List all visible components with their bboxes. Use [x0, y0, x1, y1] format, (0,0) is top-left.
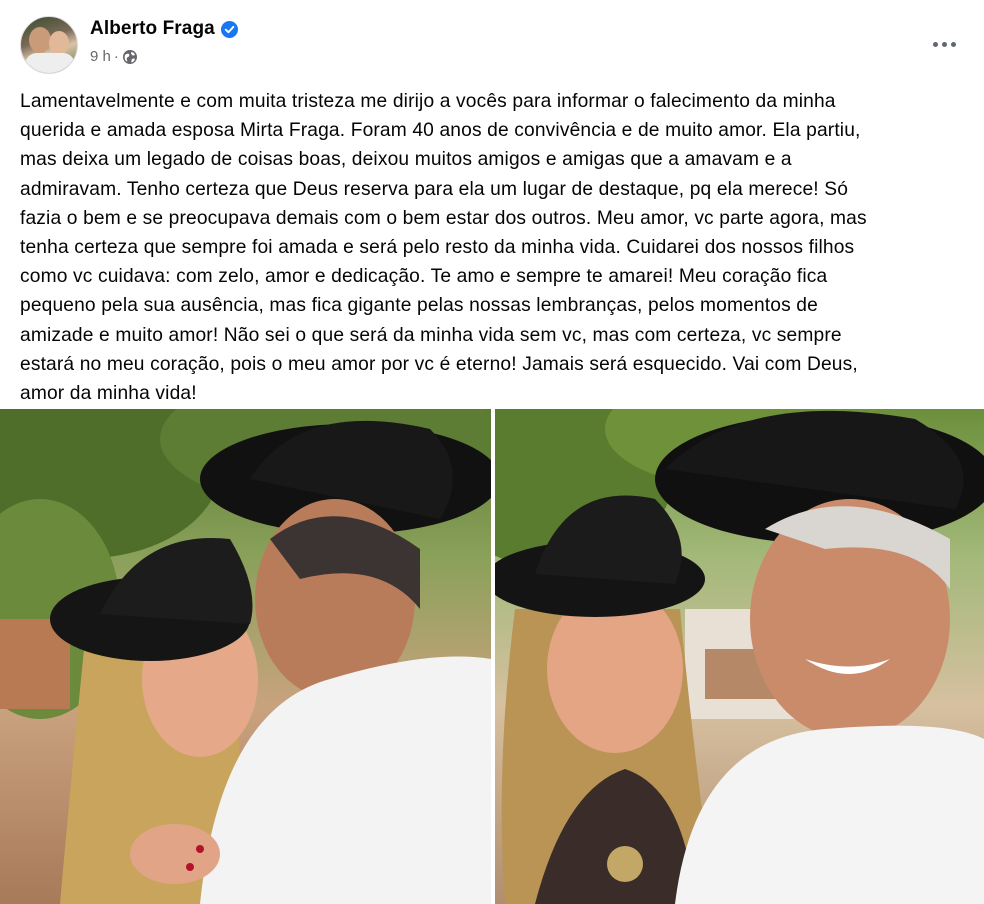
author-name-row: Alberto Fraga — [90, 18, 238, 40]
author-avatar[interactable] — [20, 16, 78, 74]
more-options-icon — [941, 41, 947, 47]
more-options-icon — [950, 41, 956, 47]
post-photo-1[interactable] — [0, 409, 491, 904]
facebook-post: Alberto Fraga 9 h · Lamentavelmente e co… — [0, 0, 984, 904]
avatar-photo-person-b — [49, 31, 69, 55]
post-photo-grid — [0, 409, 984, 904]
more-options-button[interactable] — [926, 26, 962, 62]
meta-separator: · — [113, 48, 119, 65]
author-name[interactable]: Alberto Fraga — [90, 18, 215, 40]
post-timestamp[interactable]: 9 h — [90, 48, 111, 65]
avatar-photo-shirt — [25, 53, 75, 73]
globe-icon[interactable] — [122, 49, 138, 65]
post-meta: 9 h · — [90, 48, 138, 65]
verified-badge-icon — [220, 20, 238, 38]
avatar-photo-person-a — [29, 27, 51, 53]
photo-2-illustration — [495, 409, 984, 904]
photo-1-illustration — [0, 409, 491, 904]
post-header: Alberto Fraga 9 h · — [0, 0, 984, 84]
post-text: Lamentavelmente e com muita tristeza me … — [20, 91, 867, 405]
post-photo-2[interactable] — [495, 409, 984, 904]
more-options-icon — [932, 41, 938, 47]
